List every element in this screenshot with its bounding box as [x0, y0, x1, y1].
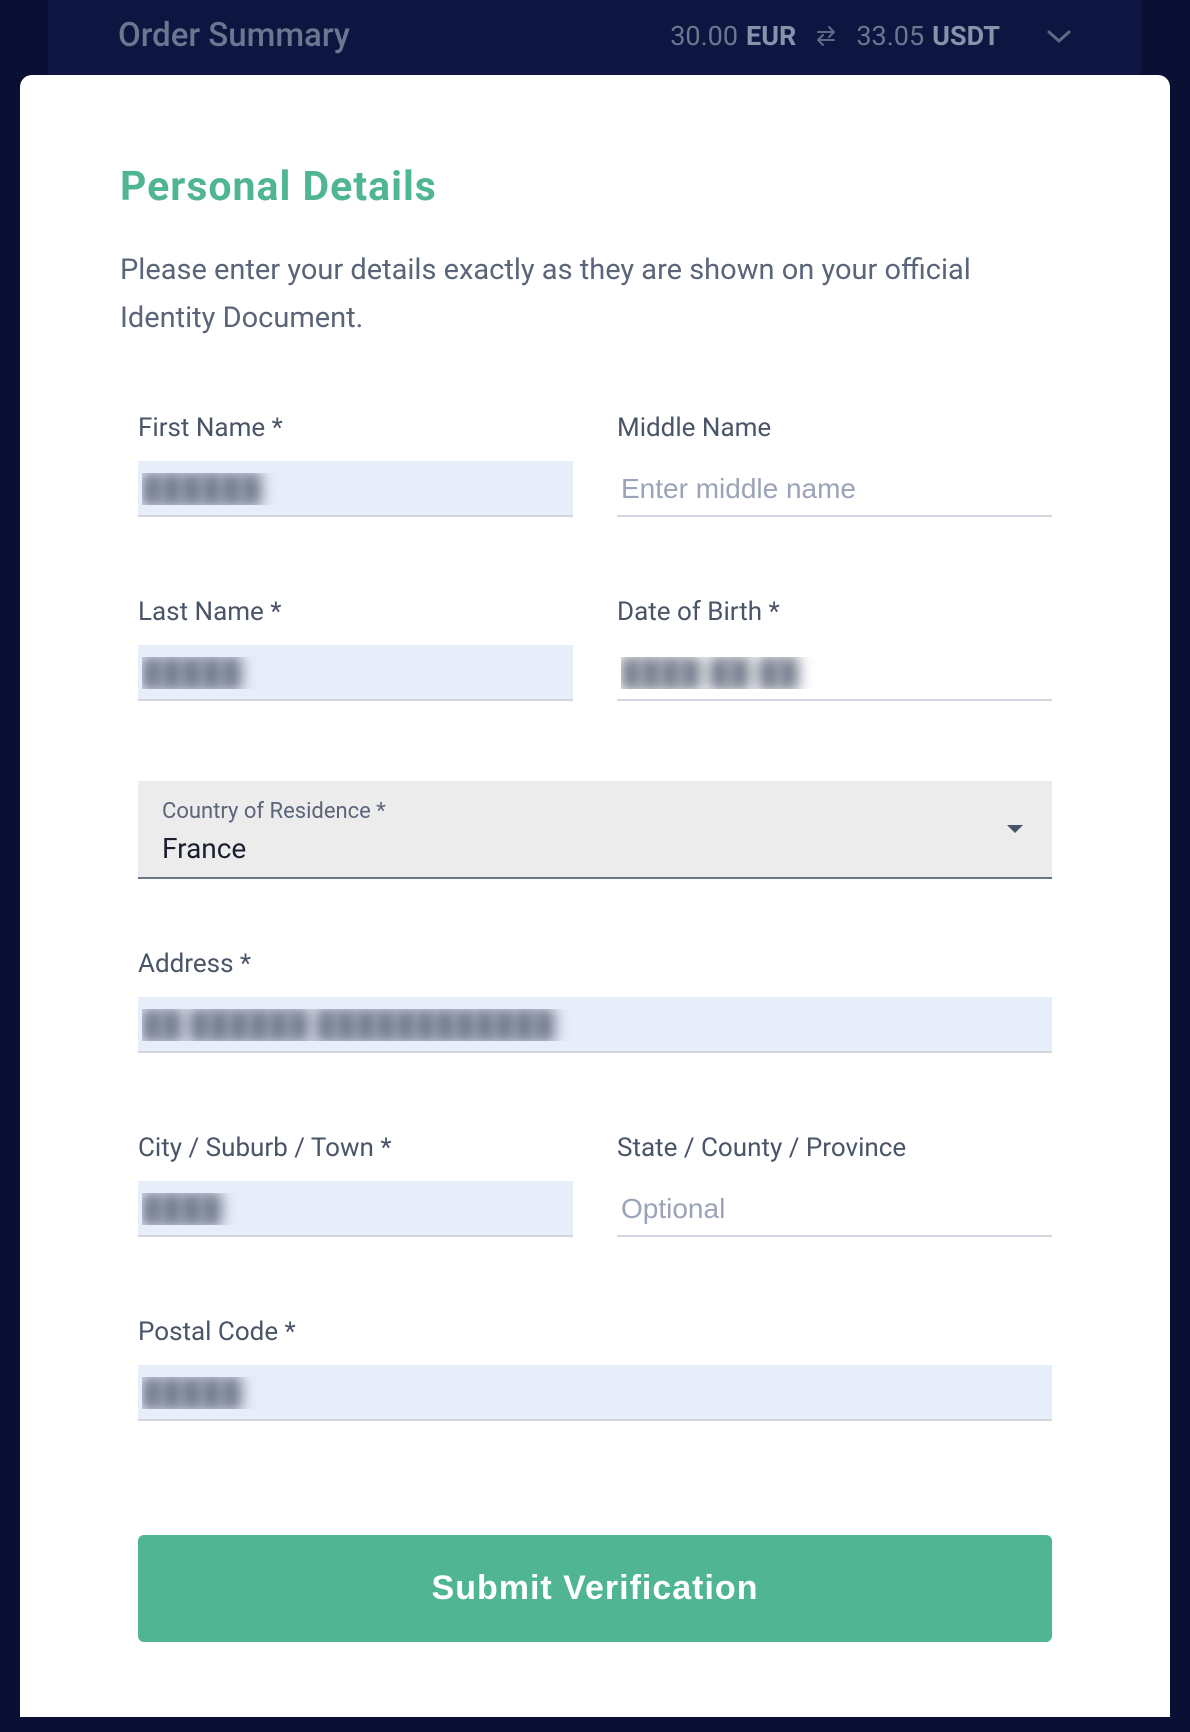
dropdown-arrow-icon — [1006, 824, 1024, 834]
address-label: Address * — [138, 949, 1052, 979]
order-summary-bar[interactable]: Order Summary 30.00 EUR 33.05 USDT — [48, 0, 1142, 75]
last-name-input[interactable] — [138, 645, 573, 701]
middle-name-input[interactable] — [617, 461, 1052, 517]
middle-name-label: Middle Name — [617, 413, 1052, 443]
order-summary-amounts: 30.00 EUR 33.05 USDT — [670, 20, 1072, 52]
last-name-field-group: Last Name * — [138, 597, 573, 701]
postal-label: Postal Code * — [138, 1317, 1052, 1347]
city-input[interactable] — [138, 1181, 573, 1237]
country-label: Country of Residence * — [162, 799, 1028, 824]
from-amount: 30.00 EUR — [670, 20, 796, 52]
dob-label: Date of Birth * — [617, 597, 1052, 627]
country-value: France — [162, 832, 1028, 865]
postal-input[interactable] — [138, 1365, 1052, 1421]
personal-details-card: Personal Details Please enter your detai… — [20, 75, 1170, 1717]
state-input[interactable] — [617, 1181, 1052, 1237]
postal-field-group: Postal Code * — [138, 1317, 1052, 1421]
last-name-label: Last Name * — [138, 597, 573, 627]
order-summary-title: Order Summary — [118, 16, 350, 55]
city-field-group: City / Suburb / Town * — [138, 1133, 573, 1237]
page-description: Please enter your details exactly as the… — [120, 247, 1070, 343]
address-input[interactable] — [138, 997, 1052, 1053]
chevron-down-icon[interactable] — [1046, 28, 1072, 44]
country-select[interactable]: Country of Residence * France — [138, 781, 1052, 879]
state-label: State / County / Province — [617, 1133, 1052, 1163]
submit-verification-button[interactable]: Submit Verification — [138, 1535, 1052, 1642]
page-title: Personal Details — [120, 163, 1070, 211]
first-name-input[interactable] — [138, 461, 573, 517]
city-label: City / Suburb / Town * — [138, 1133, 573, 1163]
dob-field-group: Date of Birth * — [617, 597, 1052, 701]
swap-icon — [812, 26, 840, 46]
dob-input[interactable] — [617, 645, 1052, 701]
address-field-group: Address * — [138, 949, 1052, 1053]
middle-name-field-group: Middle Name — [617, 413, 1052, 517]
first-name-label: First Name * — [138, 413, 573, 443]
state-field-group: State / County / Province — [617, 1133, 1052, 1237]
to-amount: 33.05 USDT — [856, 20, 1000, 52]
first-name-field-group: First Name * — [138, 413, 573, 517]
